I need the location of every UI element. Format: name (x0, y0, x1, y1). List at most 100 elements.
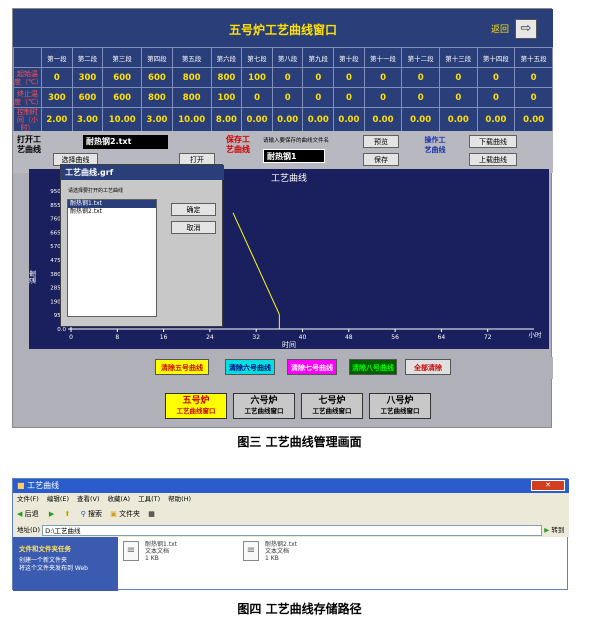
file-list-item[interactable]: 耐热钢1.txt (68, 200, 156, 208)
figure-caption-4: 图四 工艺曲线存储路径 (237, 602, 362, 616)
close-icon[interactable]: ✕ (531, 480, 565, 491)
address-input[interactable]: D:\工艺曲线 (42, 524, 543, 536)
menu-item[interactable]: 帮助(H) (168, 495, 191, 503)
preview-button[interactable]: 预览 (363, 135, 399, 148)
up-folder-icon[interactable]: ⬆ (64, 510, 70, 518)
segment-value-cell[interactable]: 0.00 (438, 107, 478, 133)
segment-value-cell[interactable]: 3.00 (71, 107, 104, 133)
menu-item[interactable]: 编辑(E) (47, 495, 69, 503)
segment-value-cell[interactable]: 800 (171, 87, 212, 108)
open-file-field[interactable]: 耐热钢2.txt (83, 135, 168, 149)
file-list-item[interactable]: 耐热钢2.txt (68, 208, 156, 216)
file-size: 1 KB (145, 555, 159, 562)
segment-value-cell[interactable]: 0 (302, 67, 335, 88)
table-row: 起始温度（℃） 0 300 600 600 800 800 100 0 0 0 0 0 0 0 0 (13, 67, 553, 88)
search-label[interactable]: 搜索 (88, 510, 102, 518)
menu-item[interactable]: 收藏(A) (108, 495, 131, 503)
segment-value-cell[interactable]: 0 (476, 67, 516, 88)
clear-curve-button[interactable]: 清除七号曲线 (287, 359, 337, 375)
segment-value-cell[interactable]: 300 (41, 87, 73, 108)
segment-value-cell[interactable]: 0 (438, 87, 478, 108)
furnace-window-button[interactable]: 五号炉 工艺曲线窗口 (165, 393, 227, 419)
furnace-window-button[interactable]: 七号炉 工艺曲线窗口 (301, 393, 363, 419)
segment-value-cell[interactable]: 0 (271, 67, 304, 88)
segment-value-cell[interactable]: 300 (71, 67, 104, 88)
segment-value-cell[interactable]: 800 (171, 67, 212, 88)
segment-value-cell[interactable]: 800 (210, 67, 243, 88)
furnace-window-button[interactable]: 六号炉 工艺曲线窗口 (233, 393, 295, 419)
clear-curve-button[interactable]: 清除六号曲线 (225, 359, 275, 375)
segment-value-cell[interactable]: 0 (333, 87, 365, 108)
segment-value-cell[interactable]: 0 (333, 67, 365, 88)
segment-value-cell[interactable]: 0 (401, 67, 440, 88)
cancel-button[interactable]: 取消 (171, 221, 216, 234)
x-tick-label: 24 (206, 334, 214, 341)
segment-value-cell[interactable]: 100 (210, 87, 243, 108)
segment-value-cell[interactable]: 0.00 (363, 107, 403, 133)
segment-table: 第一段 第二段 第三段 第四段 第五段 第六段 第七段 第八段 第九段 第十段 第十一段 第十二段 第十… (13, 47, 553, 133)
furnace-window-button[interactable]: 八号炉 工艺曲线窗口 (369, 393, 431, 419)
go-icon[interactable]: ▶ (544, 526, 549, 534)
segment-value-cell[interactable]: 800 (141, 87, 173, 108)
segment-value-cell[interactable]: 10.00 (171, 107, 212, 133)
segment-value-cell[interactable]: 0 (271, 87, 304, 108)
segment-value-cell[interactable]: 0 (438, 67, 478, 88)
segment-value-cell[interactable]: 0 (241, 87, 273, 108)
menu-item[interactable]: 查看(V) (77, 495, 100, 503)
upload-curve-button[interactable]: 上载曲线 (469, 153, 517, 166)
segment-value-cell[interactable]: 0 (302, 87, 335, 108)
folders-label[interactable]: 文件夹 (119, 510, 140, 518)
column-header: 第五段 (171, 47, 212, 68)
x-tick-label: 72 (484, 334, 492, 341)
segment-value-cell[interactable]: 0.00 (514, 107, 553, 133)
segment-value-cell[interactable]: 0 (363, 67, 403, 88)
segment-value-cell[interactable]: 0 (514, 87, 553, 108)
view-icon[interactable]: ▦ (148, 510, 155, 518)
segment-value-cell[interactable]: 0 (476, 87, 516, 108)
segment-value-cell[interactable]: 100 (241, 67, 273, 88)
segment-value-cell[interactable]: 0.00 (476, 107, 516, 133)
furnace-label: 五号炉 (182, 396, 210, 406)
download-curve-button[interactable]: 下载曲线 (469, 135, 517, 148)
furnace-sublabel: 工艺曲线窗口 (380, 407, 420, 415)
segment-value-cell[interactable]: 0.00 (401, 107, 440, 133)
furnace-label: 八号炉 (386, 396, 414, 406)
search-icon[interactable]: ⚲ (81, 510, 86, 518)
clear-curve-button[interactable]: 清除五号曲线 (155, 359, 209, 375)
segment-value-cell[interactable]: 0 (363, 87, 403, 108)
segment-value-cell[interactable]: 0 (514, 67, 553, 88)
menu-item[interactable]: 文件(F) (17, 495, 39, 503)
back-label[interactable]: 后退 (25, 510, 39, 518)
arrow-right-icon[interactable]: ⇨ (515, 19, 537, 39)
segment-value-cell[interactable]: 2.00 (41, 107, 73, 133)
forward-icon[interactable]: ▶ (49, 510, 54, 518)
segment-value-cell[interactable]: 600 (102, 87, 143, 108)
save-button[interactable]: 保存 (363, 153, 399, 166)
ok-button[interactable]: 确定 (171, 203, 216, 216)
back-icon[interactable]: ◀ (17, 510, 22, 518)
segment-value-cell[interactable]: 600 (71, 87, 104, 108)
segment-value-cell[interactable]: 8.00 (210, 107, 243, 133)
file-list[interactable]: 耐热钢1.txt 耐热钢2.txt (67, 199, 157, 317)
segment-value-cell[interactable]: 0.00 (271, 107, 304, 133)
segment-value-cell[interactable]: 3.00 (141, 107, 173, 133)
segment-value-cell[interactable]: 600 (141, 67, 173, 88)
segment-value-cell[interactable]: 0.00 (302, 107, 335, 133)
folders-icon[interactable]: ▣ (110, 510, 117, 518)
x-tick-label: 64 (438, 334, 446, 341)
segment-value-cell[interactable]: 0.00 (241, 107, 273, 133)
task-item[interactable]: 创建一个新文件夹 (19, 557, 118, 565)
segment-value-cell[interactable]: 0 (401, 87, 440, 108)
save-file-field[interactable]: 耐热钢1 (263, 149, 325, 163)
task-item[interactable]: 将这个文件夹发布到 Web (19, 565, 118, 573)
segment-value-cell[interactable]: 0 (41, 67, 73, 88)
clear-curve-button[interactable]: 全部清除 (405, 359, 451, 375)
column-header: 第十三段 (438, 47, 478, 68)
menu-item[interactable]: 工具(T) (138, 495, 160, 503)
segment-value-cell[interactable]: 0.00 (333, 107, 365, 133)
go-label[interactable]: 转到 (551, 526, 564, 534)
clear-curve-bar: 清除五号曲线 清除六号曲线 清除七号曲线 清除八号曲线 全部清除 (33, 357, 553, 379)
clear-curve-button[interactable]: 清除八号曲线 (349, 359, 397, 375)
segment-value-cell[interactable]: 600 (102, 67, 143, 88)
segment-value-cell[interactable]: 10.00 (102, 107, 143, 133)
